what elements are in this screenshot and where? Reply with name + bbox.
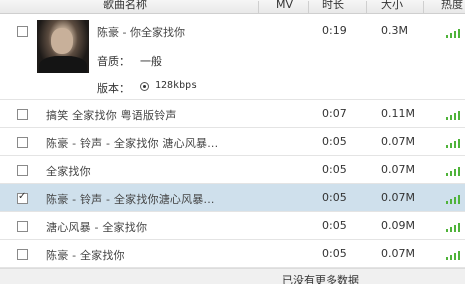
- song-title[interactable]: 溏心风暴 - 全家找你: [46, 219, 147, 235]
- heat-bar: [458, 251, 460, 260]
- list-header: 歌曲名称 MV 时长 大小 热度: [0, 0, 465, 14]
- list-footer: 已没有更多数据: [0, 268, 465, 284]
- song-duration: 0:05: [322, 247, 347, 260]
- version-radio[interactable]: [140, 82, 149, 91]
- song-checkbox[interactable]: [17, 165, 28, 176]
- heat-bar: [450, 143, 452, 148]
- album-cover[interactable]: [37, 20, 89, 73]
- song-duration: 0:05: [322, 219, 347, 232]
- heat-bar: [454, 169, 456, 176]
- heat-meter: [446, 138, 462, 148]
- song-size: 0.09M: [381, 219, 415, 232]
- heat-meter: [446, 222, 462, 232]
- version-value[interactable]: 128kbps: [155, 80, 197, 91]
- heat-bar: [450, 255, 452, 260]
- heat-bar: [450, 171, 452, 176]
- quality-value: 一般: [140, 55, 162, 68]
- song-row[interactable]: 陈豪 - 铃声 - 全家找你 溏心风暴... 0:05 0.07M: [0, 128, 465, 156]
- heat-bar: [454, 225, 456, 232]
- song-row[interactable]: 溏心风暴 - 全家找你 0:05 0.09M: [0, 212, 465, 240]
- header-divider: [258, 1, 259, 13]
- heat-bar: [454, 197, 456, 204]
- song-duration: 0:05: [322, 163, 347, 176]
- version-label: 版本：: [97, 82, 130, 95]
- song-size: 0.07M: [381, 135, 415, 148]
- heat-bar: [458, 111, 460, 120]
- heat-bar: [446, 145, 448, 148]
- song-row[interactable]: 陈豪 - 全家找你 0:05 0.07M: [0, 240, 465, 268]
- song-title[interactable]: 陈豪 - 铃声 - 全家找你溏心风暴...: [46, 191, 215, 207]
- song-size: 0.3M: [381, 24, 408, 37]
- song-size: 0.07M: [381, 247, 415, 260]
- song-checkbox[interactable]: [17, 221, 28, 232]
- header-title[interactable]: 歌曲名称: [103, 0, 147, 13]
- header-heat[interactable]: 热度: [441, 0, 463, 13]
- header-divider: [366, 1, 367, 13]
- quality-label: 音质：: [97, 55, 130, 68]
- heat-bar: [446, 257, 448, 260]
- heat-bar: [458, 29, 460, 38]
- song-checkbox[interactable]: [17, 109, 28, 120]
- song-size: 0.11M: [381, 107, 415, 120]
- checkmark-icon: ✓: [18, 191, 27, 202]
- heat-bar: [454, 253, 456, 260]
- song-title[interactable]: 陈豪 - 你全家找你: [97, 24, 185, 40]
- song-checkbox[interactable]: [17, 137, 28, 148]
- heat-bar: [450, 199, 452, 204]
- header-size[interactable]: 大小: [381, 0, 403, 13]
- heat-meter: [446, 250, 462, 260]
- song-size: 0.07M: [381, 163, 415, 176]
- cover-face: [51, 28, 73, 54]
- song-title[interactable]: 全家找你: [46, 163, 91, 179]
- heat-bar: [454, 141, 456, 148]
- song-checkbox[interactable]: [17, 249, 28, 260]
- header-duration[interactable]: 时长: [322, 0, 344, 13]
- heat-meter: [446, 28, 462, 38]
- song-title[interactable]: 搞笑 全家找你 粤语版铃声: [46, 107, 177, 123]
- heat-meter: [446, 166, 462, 176]
- heat-bar: [450, 227, 452, 232]
- song-title[interactable]: 陈豪 - 铃声 - 全家找你 溏心风暴...: [46, 135, 218, 151]
- song-row[interactable]: 搞笑 全家找你 粤语版铃声 0:07 0.11M: [0, 100, 465, 128]
- heat-meter: [446, 194, 462, 204]
- song-title[interactable]: 陈豪 - 全家找你: [46, 247, 125, 263]
- no-more-data-text: 已没有更多数据: [282, 274, 359, 284]
- song-checkbox[interactable]: ✓: [17, 191, 28, 204]
- expanded-song-row[interactable]: 陈豪 - 你全家找你 0:19 0.3M 音质： 一般 版本： 128kbps: [0, 14, 465, 100]
- heat-bar: [458, 139, 460, 148]
- header-divider: [423, 1, 424, 13]
- song-duration: 0:07: [322, 107, 347, 120]
- heat-bar: [446, 173, 448, 176]
- song-checkbox[interactable]: [17, 26, 28, 37]
- heat-bar: [446, 35, 448, 38]
- heat-bar: [454, 31, 456, 38]
- heat-bar: [454, 113, 456, 120]
- header-mv[interactable]: MV: [276, 0, 293, 13]
- heat-bar: [458, 167, 460, 176]
- song-row[interactable]: ✓ 陈豪 - 铃声 - 全家找你溏心风暴... 0:05 0.07M: [0, 184, 465, 212]
- song-list-panel: 歌曲名称 MV 时长 大小 热度 陈豪 - 你全家找你 0:19 0.3M 音质…: [0, 0, 465, 284]
- heat-bar: [446, 229, 448, 232]
- heat-bar: [446, 117, 448, 120]
- heat-bar: [458, 195, 460, 204]
- heat-bar: [458, 223, 460, 232]
- heat-bar: [450, 33, 452, 38]
- song-duration: 0:05: [322, 191, 347, 204]
- song-duration: 0:05: [322, 135, 347, 148]
- header-divider: [308, 1, 309, 13]
- heat-bar: [450, 115, 452, 120]
- cover-silhouette: [39, 56, 87, 73]
- song-row[interactable]: 全家找你 0:05 0.07M: [0, 156, 465, 184]
- heat-bar: [446, 201, 448, 204]
- heat-meter: [446, 110, 462, 120]
- song-size: 0.07M: [381, 191, 415, 204]
- song-duration: 0:19: [322, 24, 347, 37]
